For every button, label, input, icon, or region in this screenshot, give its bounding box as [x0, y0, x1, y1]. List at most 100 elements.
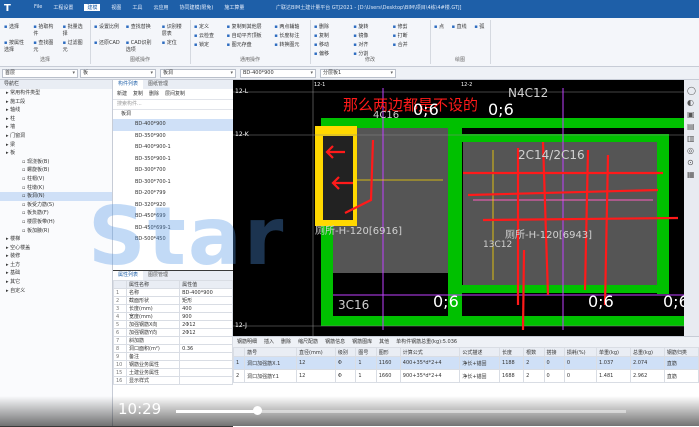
selector-dropdown[interactable]: BD-400*900: [240, 69, 316, 78]
property-value[interactable]: 400: [179, 304, 233, 313]
menu-item[interactable]: 视图: [111, 4, 121, 11]
ribbon-button[interactable]: 图元存盘: [227, 41, 269, 48]
nav-item[interactable]: ▸ 门窗洞: [0, 132, 112, 141]
property-row[interactable]: 5 加强钢筋X向 2Φ12: [113, 320, 233, 329]
menu-item[interactable]: 工具: [132, 4, 142, 11]
ribbon-button[interactable]: 点: [434, 23, 446, 30]
nav-item[interactable]: ▸ 柱: [0, 115, 112, 124]
property-row[interactable]: 6 加强钢筋Y向 2Φ12: [113, 328, 233, 337]
component-list-item[interactable]: BD-350*900-1: [113, 154, 233, 166]
ribbon-button[interactable]: 直线: [452, 23, 469, 30]
grid-cell[interactable]: 0: [543, 356, 565, 370]
ribbon-button[interactable]: 对齐: [353, 41, 386, 48]
component-list-item[interactable]: BD-300*700: [113, 165, 233, 177]
side-tool-icon[interactable]: ▦: [687, 170, 695, 179]
nav-item[interactable]: ▸ 板: [0, 149, 112, 158]
menu-item[interactable]: 建模: [84, 4, 101, 11]
ribbon-button[interactable]: 合并: [393, 41, 426, 48]
ribbon-button[interactable]: 自动平齐顶板: [227, 32, 269, 39]
ribbon-button[interactable]: 云检查: [194, 32, 221, 39]
component-list-item[interactable]: BD-350*900: [113, 131, 233, 143]
grid-cell[interactable]: 12: [296, 356, 336, 370]
menu-item[interactable]: 云应用: [153, 4, 168, 11]
grid-cell[interactable]: 1660: [375, 369, 401, 383]
toolbar-button[interactable]: 新建: [117, 89, 127, 99]
grid-cell[interactable]: 400+35*d*2+4: [399, 356, 461, 370]
property-value[interactable]: [179, 352, 233, 361]
ribbon-button[interactable]: 转换图元: [274, 41, 306, 48]
property-value[interactable]: 矩形: [179, 296, 233, 305]
ribbon-button[interactable]: 查找替换: [126, 23, 156, 37]
side-tool-icon[interactable]: ▤: [687, 122, 695, 131]
drawing-canvas[interactable]: 12-L 12-K 12-J 12-1 12-2 那么两边都是不设的 0;6 0;6 0;6 0;…: [233, 80, 684, 336]
ribbon-button[interactable]: 删除: [314, 23, 347, 30]
menu-item[interactable]: File: [34, 4, 42, 11]
component-list-item[interactable]: BD-300*700-1: [113, 177, 233, 189]
grid-cell[interactable]: 1.481: [596, 369, 631, 383]
ribbon-button[interactable]: 修剪: [393, 23, 426, 30]
property-row[interactable]: 1 名称 BD-400*900: [113, 288, 233, 297]
property-value[interactable]: [179, 336, 233, 345]
ribbon-button[interactable]: CAD识别选项: [126, 39, 156, 53]
grid-cell[interactable]: 0: [563, 356, 598, 370]
ribbon-button[interactable]: 选择: [4, 23, 27, 37]
toolbar-button[interactable]: 单构件钢筋总重(kg):5.036: [396, 337, 457, 347]
side-tool-icon[interactable]: ▥: [687, 134, 695, 143]
property-row[interactable]: 8 洞口面积(m²) 0.36: [113, 344, 233, 353]
ribbon-button[interactable]: 查找图元: [33, 39, 56, 53]
selector-dropdown[interactable]: 板洞: [160, 69, 236, 78]
selector-dropdown[interactable]: 分层板1: [320, 69, 396, 78]
grid-cell[interactable]: 1: [355, 356, 377, 370]
property-value[interactable]: BD-400*900: [179, 288, 233, 297]
grid-row[interactable]: 1 洞口加强筋X.1 12 Φ 1 1160 400+35*d*2+4 净长+锚固 1188 2 0…: [232, 356, 699, 370]
grid-cell[interactable]: 净长+锚固: [459, 369, 501, 383]
nav-item[interactable]: ▫ 现浇板(B): [0, 158, 112, 167]
property-value[interactable]: [179, 360, 233, 369]
property-row[interactable]: 7 斜加筋: [113, 336, 233, 345]
toolbar-button[interactable]: 缩尺配筋: [298, 337, 318, 347]
property-row[interactable]: 10 钢筋业务属性: [113, 360, 233, 369]
ribbon-button[interactable]: 识别楼层表: [162, 23, 186, 37]
ribbon-button[interactable]: 打断: [393, 32, 426, 39]
component-search-input[interactable]: 搜索构件...: [113, 100, 233, 110]
nav-item[interactable]: ▸ 自定义: [0, 287, 112, 296]
video-progress-knob[interactable]: [253, 406, 262, 415]
ribbon-button[interactable]: 移动: [314, 41, 347, 48]
ribbon-button[interactable]: 设置比例: [94, 23, 120, 37]
ribbon-button[interactable]: 过滤图元: [63, 39, 86, 53]
panel-tab[interactable]: 图纸管理: [143, 80, 173, 89]
toolbar-button[interactable]: 插入: [264, 337, 274, 347]
grid-cell[interactable]: 2: [523, 356, 545, 370]
grid-cell[interactable]: 2.074: [629, 356, 665, 370]
ribbon-button[interactable]: 弧: [474, 23, 486, 30]
grid-row[interactable]: 2 洞口加强筋Y.1 12 Φ 1 1660 900+35*d*2+4 净长+锚固 1688 2 0…: [232, 369, 699, 383]
nav-item[interactable]: ▸ 墙: [0, 123, 112, 132]
grid-cell[interactable]: 洞口加强筋X.1: [244, 356, 297, 370]
side-tool-icon[interactable]: ◎: [687, 146, 694, 155]
nav-item[interactable]: ▸ 梁: [0, 141, 112, 150]
ribbon-button[interactable]: 批量选择: [63, 23, 86, 37]
selector-dropdown[interactable]: 板: [80, 69, 156, 78]
panel-tab[interactable]: 构件列表: [113, 80, 144, 89]
ribbon-button[interactable]: 两点辅轴: [274, 23, 306, 30]
grid-cell[interactable]: 1: [355, 369, 377, 383]
property-row[interactable]: 15 土建业务属性: [113, 368, 233, 377]
toolbar-button[interactable]: 钢筋信息: [325, 337, 345, 347]
grid-cell[interactable]: 900+35*d*2+4: [399, 369, 461, 383]
grid-cell[interactable]: 洞口加强筋Y.1: [244, 369, 297, 383]
grid-cell[interactable]: 2: [523, 369, 545, 383]
property-value[interactable]: 0.36: [179, 344, 233, 353]
ribbon-button[interactable]: 还原CAD: [94, 39, 120, 53]
property-value[interactable]: 2Φ12: [179, 328, 233, 337]
toolbar-button[interactable]: 钢筋图库: [352, 337, 372, 347]
nav-item[interactable]: ▫ 螺旋板(B): [0, 166, 112, 175]
side-tool-icon[interactable]: ⊙: [687, 158, 694, 167]
component-list-item[interactable]: BD-400*900: [113, 119, 233, 131]
grid-cell[interactable]: 直筋: [663, 369, 699, 383]
toolbar-button[interactable]: 删除: [281, 337, 291, 347]
grid-cell[interactable]: 12: [296, 369, 336, 383]
property-row[interactable]: 2 截面形状 矩形: [113, 296, 233, 305]
grid-cell[interactable]: Φ: [334, 369, 357, 383]
property-row[interactable]: 4 宽度(mm) 900: [113, 312, 233, 321]
property-value[interactable]: 2Φ12: [179, 320, 233, 329]
